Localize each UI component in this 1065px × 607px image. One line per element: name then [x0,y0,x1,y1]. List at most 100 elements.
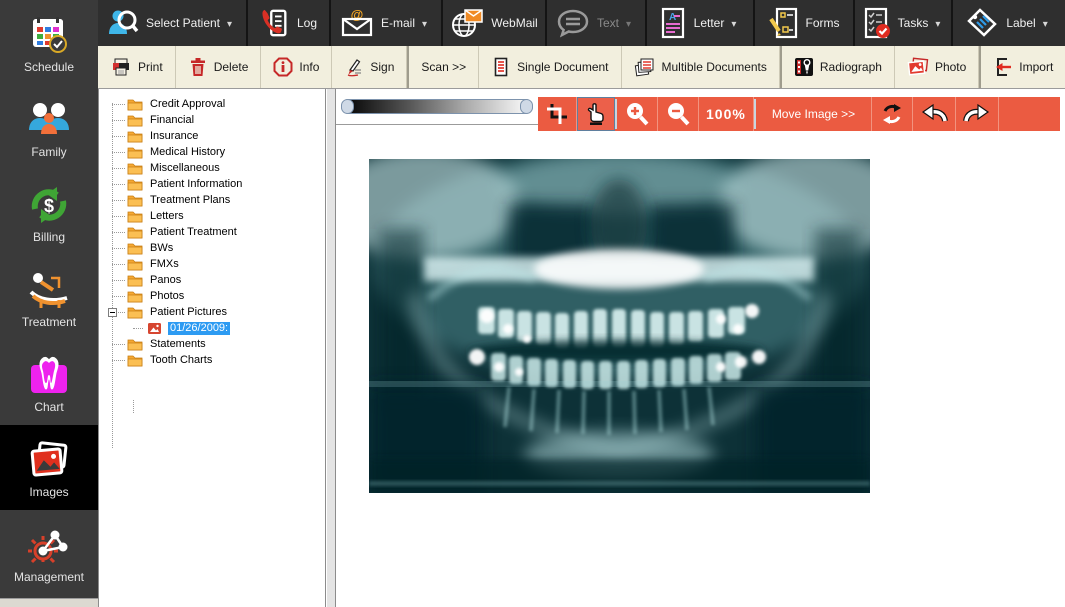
folder-icon [127,114,143,127]
zoom-in-button[interactable] [617,97,658,131]
sidebar-bottom-strip [0,598,98,607]
folder-icon [127,338,143,351]
dropdown-caret-icon[interactable] [422,14,432,32]
zoom-in-icon [624,101,650,127]
folder-icon [127,354,143,367]
tree-item-patient-treatment[interactable]: Patient Treatment [99,224,325,240]
label-button[interactable]: Label [953,0,1065,46]
select-patient-icon [107,7,139,39]
tree-item-label: BWs [148,242,175,255]
slider-handle-right[interactable] [520,99,533,114]
text-button[interactable]: Text [547,0,647,46]
forms-button[interactable]: Forms [755,0,855,46]
tree-item-label: Financial [148,114,196,127]
crop-tool-button[interactable] [538,97,577,131]
delete-button[interactable]: Delete [176,46,262,88]
email-button[interactable]: @ E-mail [331,0,443,46]
zoom-level-label: 100% [706,106,746,122]
brightness-contrast-slider[interactable] [341,98,533,115]
sidebar-item-label: Family [31,145,66,159]
panel-splitter[interactable] [327,89,335,607]
sidebar-item-management[interactable]: Management [0,510,98,595]
button-label: Import [1019,60,1053,74]
sidebar-item-treatment[interactable]: Treatment [0,255,98,340]
sidebar-item-chart[interactable]: Chart [0,340,98,425]
multiple-documents-button[interactable]: Multible Documents [622,46,780,88]
email-icon: @ [340,8,374,38]
tree-item-bws[interactable]: BWs [99,240,325,256]
slider-track[interactable] [341,99,533,114]
tree-item-treatment-plans[interactable]: Treatment Plans [99,192,325,208]
tree-item-insurance[interactable]: Insurance [99,128,325,144]
button-label: Label [1006,16,1035,30]
sidebar-item-schedule[interactable]: Schedule [0,0,98,85]
sidebar-item-label: Treatment [22,315,76,329]
tree-item-label: Credit Approval [148,98,227,111]
collapse-minus-icon[interactable] [108,308,117,317]
svg-text:A: A [669,12,676,23]
sidebar-item-label: Images [29,485,68,499]
folder-icon [127,290,143,303]
dropdown-caret-icon[interactable] [227,14,237,32]
sidebar-item-family[interactable]: Family [0,85,98,170]
dropdown-caret-icon[interactable] [1043,14,1053,32]
tree-item-photos[interactable]: Photos [99,288,325,304]
tree-item-patient-pictures[interactable]: Patient Pictures [99,304,325,320]
tree-item-fmxs[interactable]: FMXs [99,256,325,272]
svg-text:$: $ [44,196,54,216]
rotate-button[interactable] [872,97,913,131]
tree-item-miscellaneous[interactable]: Miscellaneous [99,160,325,176]
radiograph-button[interactable]: Radiograph [780,46,895,88]
zoom-100-button[interactable]: 100% [699,97,754,131]
tree-item-letters[interactable]: Letters [99,208,325,224]
tree-item-panos[interactable]: Panos [99,272,325,288]
webmail-button[interactable]: WebMail [443,0,547,46]
undo-arrow-button[interactable] [913,97,956,131]
chart-tooth-icon [26,352,72,398]
info-button[interactable]: Info [261,46,332,88]
brightness-slider-zone [336,89,538,125]
tree-item-tooth-charts[interactable]: Tooth Charts [99,352,325,368]
treatment-chair-icon [26,267,72,313]
letter-button[interactable]: A Letter [647,0,755,46]
move-image-button[interactable]: Move Image >> [756,97,872,131]
dropdown-caret-icon[interactable] [935,14,945,32]
rotate-icon [879,101,905,127]
tree-item-financial[interactable]: Financial [99,112,325,128]
tree-item-statements[interactable]: Statements [99,336,325,352]
zoom-out-icon [665,101,691,127]
slider-handle-left[interactable] [341,99,354,114]
sidebar-item-billing[interactable]: $ Billing [0,170,98,255]
tree-item-credit-approval[interactable]: Credit Approval [99,96,325,112]
zoom-out-button[interactable] [658,97,699,131]
button-label: Delete [214,60,249,74]
import-button[interactable]: Import [979,46,1065,88]
scan-button[interactable]: Scan >> [407,46,479,88]
viewer-canvas [336,131,1063,607]
tree-item-label: Letters [148,210,186,223]
hand-tool-button[interactable] [577,97,615,131]
tree-item-medical-history[interactable]: Medical History [99,144,325,160]
tree-item-patient-information[interactable]: Patient Information [99,176,325,192]
sign-button[interactable]: Sign [332,46,407,88]
redo-arrow-button[interactable] [956,97,999,131]
tasks-button[interactable]: Tasks [855,0,953,46]
tree-item-label: FMXs [148,258,181,271]
folder-icon [127,306,143,319]
document-tree: Credit Approval Financial Insurance Medi… [99,89,325,368]
tree-item-patient-picture-date[interactable]: 01/26/2009: [99,320,325,336]
schedule-icon [26,12,72,58]
print-button[interactable]: Print [98,46,176,88]
single-document-button[interactable]: Single Document [479,46,621,88]
select-patient-button[interactable]: Select Patient [98,0,248,46]
photo-button[interactable]: Photo [895,46,979,88]
label-tag-icon [965,7,999,39]
button-label: Select Patient [146,16,220,30]
dropdown-caret-icon[interactable] [731,14,741,32]
folder-icon [127,258,143,271]
management-icon [26,522,72,568]
sidebar-item-images[interactable]: Images [0,425,98,510]
panoramic-xray-image[interactable] [369,159,870,493]
button-label: Scan >> [421,60,466,74]
log-button[interactable]: Log [248,0,331,46]
